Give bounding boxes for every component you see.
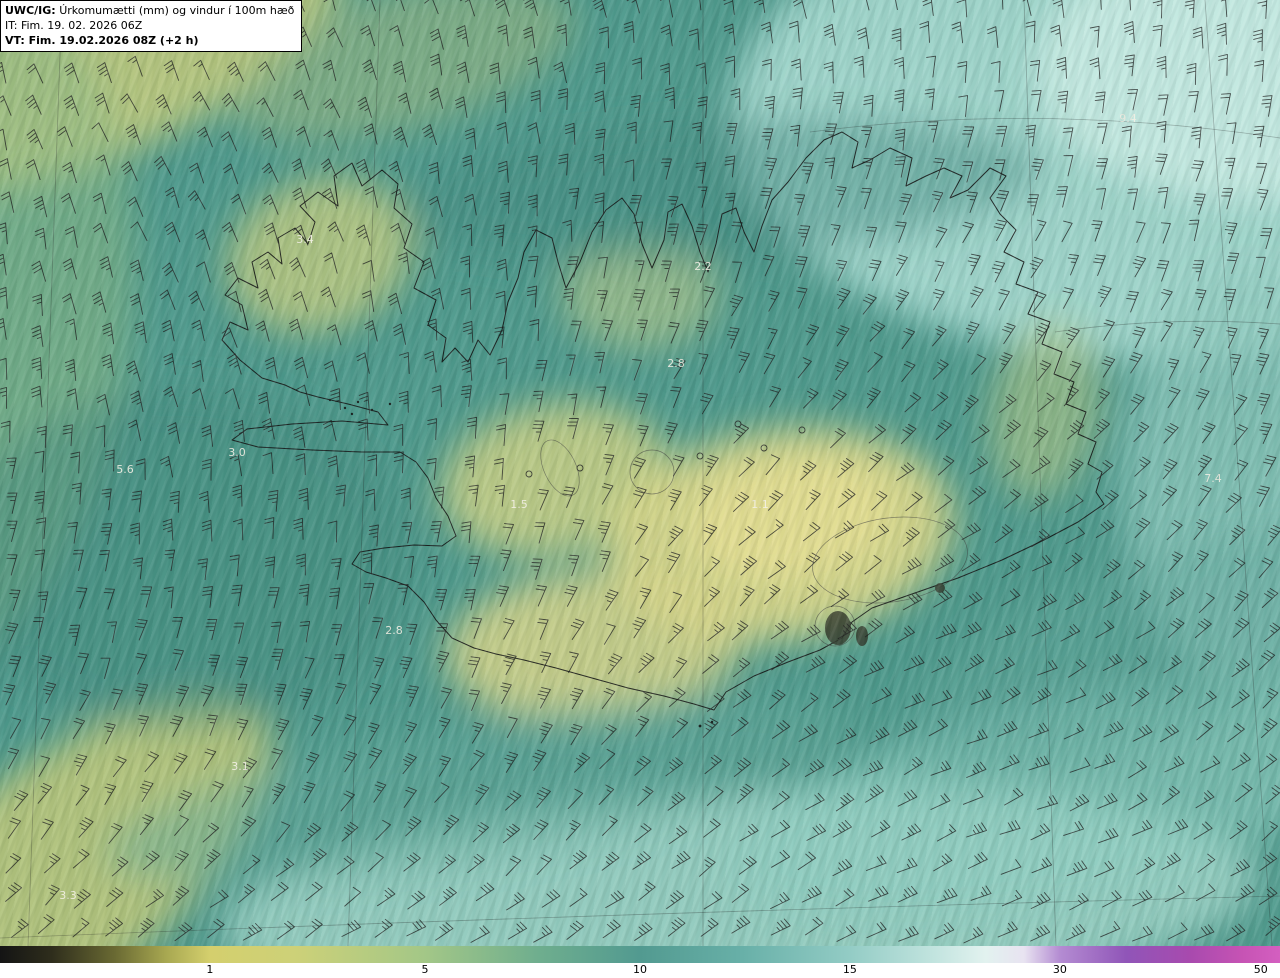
value-label: 3.0 bbox=[228, 446, 246, 459]
weather-map-canvas: 3.4 2.2 2.8 5.6 3.0 1.5 1.1 2.8 3.1 3.3 7.4 9.4 bbox=[0, 0, 1280, 946]
colorbar-footer: 1 5 10 15 30 50 bbox=[0, 946, 1280, 978]
value-label: 2.8 bbox=[385, 624, 403, 637]
colorbar-tick-10: 10 bbox=[633, 963, 647, 976]
value-label: 3.4 bbox=[296, 233, 314, 246]
colorbar-tick-50: 50 bbox=[1253, 963, 1268, 976]
init-time-line: IT: Fim. 19. 02. 2026 06Z bbox=[5, 19, 143, 32]
precipitation-colorbar bbox=[0, 946, 1280, 963]
model-name-label: UWC/IG: bbox=[5, 4, 56, 17]
value-label: 1.1 bbox=[751, 498, 769, 511]
map-title-text: Úrkomumætti (mm) og vindur í 100m hæð bbox=[59, 4, 295, 17]
valid-time-line: VT: Fim. 19.02.2026 08Z (+2 h) bbox=[5, 34, 199, 47]
value-label: 3.3 bbox=[59, 889, 77, 902]
colorbar-tick-30: 30 bbox=[1052, 963, 1067, 976]
colorbar-tick-row: 1 5 10 15 30 50 bbox=[0, 963, 1280, 978]
value-label: 7.4 bbox=[1204, 472, 1222, 485]
value-label: 9.4 bbox=[1119, 112, 1137, 125]
value-label: 3.1 bbox=[231, 760, 249, 773]
colorbar-tick-1: 1 bbox=[206, 963, 214, 976]
weather-map-page: 3.4 2.2 2.8 5.6 3.0 1.5 1.1 2.8 3.1 3.3 7.4 9.4 UWC… bbox=[0, 0, 1280, 978]
map-title-box: UWC/IG: Úrkomumætti (mm) og vindur í 100… bbox=[0, 0, 303, 52]
value-label: 2.2 bbox=[694, 260, 712, 273]
value-label: 5.6 bbox=[116, 463, 134, 476]
map-title-line1: UWC/IG: Úrkomumætti (mm) og vindur í 100… bbox=[5, 3, 294, 18]
colorbar-tick-5: 5 bbox=[421, 963, 429, 976]
value-label: 2.8 bbox=[667, 357, 685, 370]
value-label: 1.5 bbox=[510, 498, 528, 511]
colorbar-tick-15: 15 bbox=[842, 963, 857, 976]
